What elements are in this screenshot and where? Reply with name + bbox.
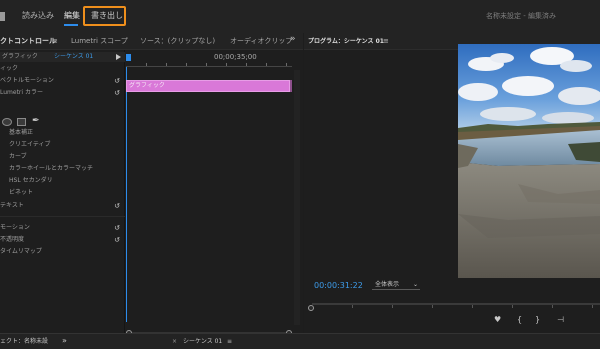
- tab-audio-clip-mixer[interactable]: オーディオクリップ: [230, 37, 292, 46]
- effect-motion[interactable]: モーション ↺: [0, 222, 125, 234]
- playhead-handle[interactable]: [126, 54, 131, 61]
- effect-controls-panel: グラフィック シーケンス 01 ィック ベクトルモーション ↺ Lumetri …: [0, 50, 125, 345]
- rectangle-mask-icon[interactable]: [17, 118, 26, 126]
- workspace-tab-export[interactable]: 書き出し: [91, 11, 123, 21]
- ellipse-mask-icon[interactable]: [2, 118, 12, 126]
- graphic-clip[interactable]: グラフィック: [126, 80, 290, 92]
- panel-tab-row: クトコントロール ≡ Lumetri スコープ ソース：(クリップなし) オーデ…: [0, 33, 303, 50]
- reset-icon[interactable]: ↺: [113, 77, 121, 85]
- effect-controls-header: グラフィック シーケンス 01: [0, 52, 125, 62]
- reset-icon[interactable]: ↺: [113, 89, 121, 97]
- program-title[interactable]: プログラム：シーケンス 01: [308, 37, 384, 46]
- sequence-selector[interactable]: シーケンス 01: [54, 52, 93, 62]
- bottom-overflow-icon[interactable]: »: [62, 337, 67, 345]
- lumetri-curves[interactable]: カーブ: [0, 151, 125, 163]
- active-workspace-indicator: [64, 24, 78, 26]
- mark-in-icon[interactable]: {: [517, 315, 522, 324]
- timeline-ruler[interactable]: [126, 61, 292, 67]
- tab-project[interactable]: ェクト：名称未設: [0, 338, 48, 346]
- tab-source[interactable]: ソース：(クリップなし): [140, 37, 215, 46]
- program-menu-icon[interactable]: ≡: [383, 37, 389, 46]
- source-panel-group: クトコントロール ≡ Lumetri スコープ ソース：(クリップなし) オーデ…: [0, 33, 303, 346]
- program-monitor: プログラム：シーケンス 01 ≡ 00:00:31:22 全体表示 ⌄ ♥ {…: [304, 33, 600, 333]
- effect-vector-motion[interactable]: ベクトルモーション ↺: [0, 75, 125, 87]
- project-name: 名称未設定 - 編集済み: [486, 12, 556, 20]
- section-divider: [0, 216, 125, 217]
- effect-time-remap[interactable]: タイムリマップ: [0, 246, 125, 258]
- clip-label: グラフィック: [129, 82, 165, 89]
- tab-effect-controls[interactable]: クトコントロール: [0, 37, 56, 46]
- add-marker-icon[interactable]: ♥: [494, 315, 501, 324]
- bottom-tab-strip: ェクト：名称未設 » × シーケンス 01 ≡: [0, 333, 600, 349]
- tab-sequence-01[interactable]: シーケンス 01: [183, 338, 222, 346]
- program-video-frame[interactable]: [458, 44, 600, 278]
- program-time-ruler[interactable]: [312, 303, 600, 308]
- program-timecode[interactable]: 00:00:31:22: [314, 281, 363, 290]
- lumetri-hsl-secondary[interactable]: HSL セカンダリ: [0, 175, 125, 187]
- lumetri-basic-correction[interactable]: 基本補正: [0, 127, 125, 139]
- extract-icon[interactable]: ⊣: [557, 315, 564, 324]
- workspace-bar: 読み込み 編集 書き出し 名称未設定 - 編集済み: [0, 0, 600, 33]
- home-icon[interactable]: [0, 12, 5, 21]
- reset-icon[interactable]: ↺: [113, 236, 121, 244]
- sequence-menu-icon[interactable]: ≡: [227, 338, 232, 346]
- effect-text[interactable]: テキスト ↺: [0, 200, 125, 212]
- vertical-scrollbar[interactable]: [294, 70, 300, 325]
- workspace-tab-assembly[interactable]: 読み込み: [22, 11, 54, 21]
- clip-selector[interactable]: グラフィック: [2, 52, 38, 62]
- effect-controls-timeline: 00;00;35;00 グラフィック ▼ ⇤ ⤓: [126, 50, 303, 346]
- video-effects-section[interactable]: ィック: [0, 63, 125, 75]
- playhead-line: [126, 67, 127, 322]
- panel-overflow-icon[interactable]: »: [290, 35, 296, 44]
- river-photo: [458, 44, 600, 278]
- program-playhead-knob[interactable]: [308, 305, 314, 311]
- clip-end-handle[interactable]: [290, 80, 292, 92]
- workspace-tab-editing[interactable]: 編集: [64, 11, 80, 21]
- close-tab-icon[interactable]: ×: [172, 338, 177, 346]
- tab-lumetri-scopes[interactable]: Lumetri スコープ: [71, 37, 128, 46]
- lumetri-color-wheels[interactable]: カラーホイールとカラーマッチ: [0, 163, 125, 175]
- lumetri-creative[interactable]: クリエイティブ: [0, 139, 125, 151]
- mark-out-icon[interactable]: }: [535, 315, 540, 324]
- play-icon[interactable]: [116, 54, 121, 60]
- effect-lumetri-color[interactable]: Lumetri カラー ↺: [0, 87, 125, 99]
- effect-controls-menu-icon[interactable]: ≡: [52, 37, 58, 46]
- pen-mask-icon[interactable]: ✒: [32, 116, 40, 126]
- effect-opacity[interactable]: 不透明度 ↺: [0, 234, 125, 246]
- lumetri-vignette[interactable]: ビネット: [0, 187, 125, 199]
- reset-icon[interactable]: ↺: [113, 202, 121, 210]
- timeline-ruler-timecode: 00;00;35;00: [214, 53, 257, 61]
- reset-icon[interactable]: ↺: [113, 224, 121, 232]
- zoom-fit-select[interactable]: 全体表示 ⌄: [372, 279, 420, 290]
- chevron-down-icon: ⌄: [413, 281, 419, 288]
